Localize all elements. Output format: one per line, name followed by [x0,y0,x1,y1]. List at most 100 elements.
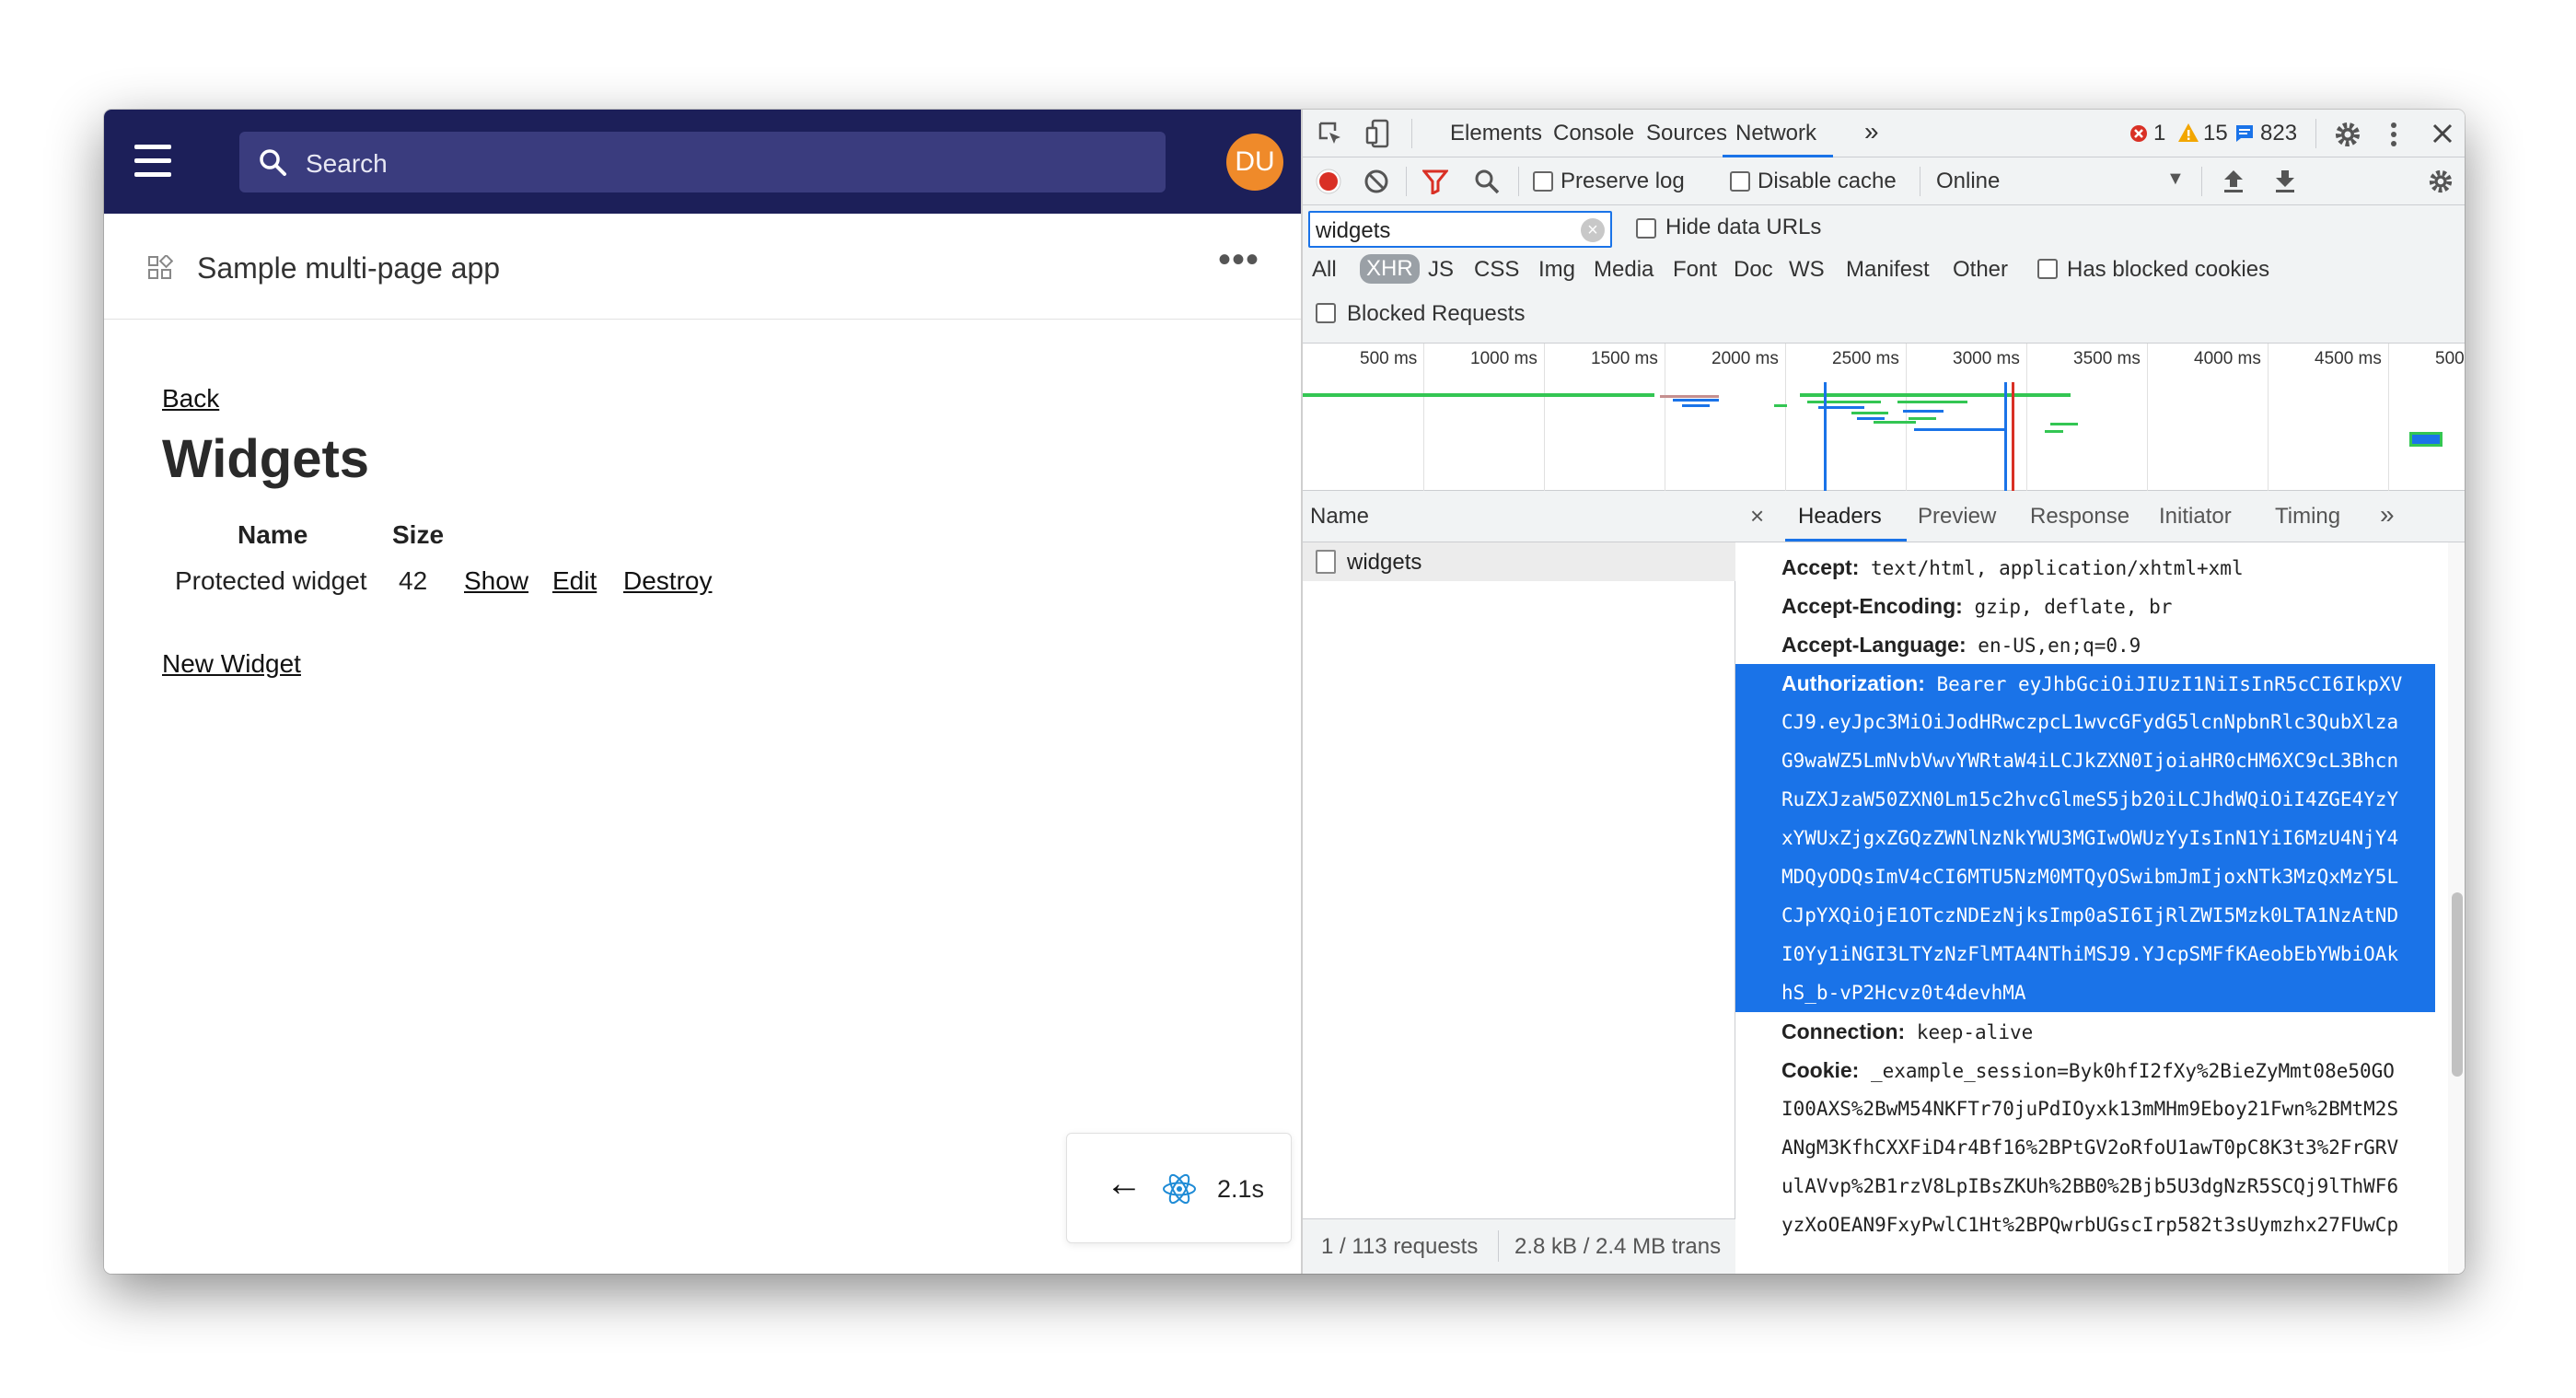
kebab-menu-icon[interactable] [2389,121,2398,148]
tab-console[interactable]: Console [1553,121,1634,146]
upload-icon[interactable] [2222,169,2245,194]
header-value: xYWUxZjgxZGQzZWNlNzNkYWU3MGIwOWUzYyIsInN… [1781,827,2399,849]
filter-type-manifest[interactable]: Manifest [1846,257,1930,283]
divider [1411,119,1412,148]
back-arrow-icon[interactable]: ← [1106,1163,1143,1205]
scrollbar[interactable] [2448,542,2465,1274]
hide-data-urls-checkbox[interactable] [1636,218,1656,239]
tab-preview[interactable]: Preview [1918,504,1996,530]
avatar[interactable]: DU [1226,134,1283,191]
download-icon[interactable] [2273,169,2297,194]
header-key: Accept: [1781,555,1860,579]
blocked-requests-label: Blocked Requests [1347,301,1526,326]
search-input[interactable]: Search [239,132,1166,192]
close-icon[interactable] [2431,122,2454,145]
tab-timing[interactable]: Timing [2275,504,2340,530]
device-toolbar-icon[interactable] [1365,119,1391,148]
request-header-row[interactable]: Authorization: Bearer eyJhbGciOiJIUzI1Ni… [1735,664,2435,1012]
filter-type-font[interactable]: Font [1673,257,1717,283]
show-link[interactable]: Show [464,566,528,596]
header-value: RuZXJzaW50ZXN0Lm15c2hvcGlmeS5jb20iLCJhdW… [1781,788,2399,810]
request-header-row[interactable]: Connection: keep-alive [1735,1012,2435,1051]
filter-type-ws[interactable]: WS [1789,257,1825,283]
more-detail-tabs-button[interactable]: » [2380,500,2395,530]
header-value-line: I0Yy1iNGI3LTYzNzFlMTA4NThiMSJ9.YJcpSMFfK… [1781,935,2435,973]
filter-icon[interactable] [1422,169,1448,194]
preserve-log-checkbox[interactable] [1533,171,1553,192]
header-value-line: Accept: text/html, application/xhtml+xml [1781,548,2435,587]
destroy-link[interactable]: Destroy [623,566,712,596]
new-widget-link[interactable]: New Widget [162,649,301,679]
close-detail-icon[interactable]: × [1750,502,1764,530]
preserve-log-label: Preserve log [1561,169,1685,193]
header-value-line: Connection: keep-alive [1781,1012,2435,1051]
name-column-header[interactable]: Name [1310,504,1369,530]
header-value-line: ANgM3KfhCXXFiD4r4Bf16%2BPtGV2oRfoU1awT0p… [1781,1128,2435,1167]
filter-type-xhr[interactable]: XHR [1360,254,1420,284]
tab-sources[interactable]: Sources [1646,121,1727,146]
tab-elements[interactable]: Elements [1450,121,1542,146]
header-value: MDQyODQsImV4cCI6MTU5NzM0MTQyOSwibmJmIjox… [1781,866,2399,888]
header-value-line: Accept-Encoding: gzip, deflate, br [1781,587,2435,625]
header-value-line: RuZXJzaW50ZXN0Lm15c2hvcGlmeS5jb20iLCJhdW… [1781,780,2435,819]
blocked-requests-checkbox[interactable] [1316,303,1336,323]
header-value-line: Authorization: Bearer eyJhbGciOiJIUzI1Ni… [1781,664,2435,703]
record-icon[interactable] [1316,169,1341,194]
header-value: hS_b-vP2Hcvz0t4devhMA [1781,982,2026,1004]
chevron-down-icon[interactable]: ▼ [2166,169,2185,190]
search-placeholder: Search [306,149,388,178]
header-key: Accept-Language: [1781,633,1967,657]
react-icon[interactable] [1161,1171,1198,1207]
settings-gear-icon[interactable] [2334,121,2361,148]
tab-initiator[interactable]: Initiator [2159,504,2232,530]
header-value: CJpYXQiOjE1OTczNDEzNjksImp0aSI6IjRlZWI5M… [1781,904,2399,926]
throttle-select[interactable]: Online [1936,169,2000,194]
network-settings-icon[interactable] [2428,169,2454,194]
disable-cache-checkbox[interactable] [1730,171,1750,192]
timeline-selection-handle[interactable] [2409,432,2443,447]
app-viewport: Search DU Sample multi-page app ••• Back… [104,110,1301,1274]
header-value-line: MDQyODQsImV4cCI6MTU5NzM0MTQyOSwibmJmIjox… [1781,857,2435,896]
has-blocked-cookies-checkbox[interactable] [2037,259,2058,279]
request-header-row[interactable]: Accept: text/html, application/xhtml+xml [1735,548,2435,587]
request-row[interactable]: widgets [1303,542,1735,581]
tab-response[interactable]: Response [2030,504,2129,530]
network-overview-timeline[interactable]: 500 ms 1000 ms 1500 ms 2000 ms 2500 ms 3… [1303,344,2465,491]
message-count[interactable]: 823 [2260,121,2297,146]
more-tabs-button[interactable]: » [1864,117,1879,146]
request-header-row[interactable]: Cookie: _example_session=Byk0hfI2fXy%2Bi… [1735,1051,2435,1244]
warning-count[interactable]: 15 [2203,121,2228,146]
inspect-element-icon[interactable] [1317,121,1343,146]
header-value-line: Cookie: _example_session=Byk0hfI2fXy%2Bi… [1781,1051,2435,1089]
search-icon[interactable] [1474,169,1500,194]
request-header-row[interactable]: Accept-Encoding: gzip, deflate, br [1735,587,2435,625]
header-value: gzip, deflate, br [1974,596,2173,618]
header-value: Bearer eyJhbGciOiJIUzI1NiIsInR5cCI6IkpXV [1936,673,2403,695]
filter-type-other[interactable]: Other [1953,257,2008,283]
clear-filter-icon[interactable]: × [1581,218,1605,242]
search-icon [260,149,286,176]
edit-link[interactable]: Edit [552,566,597,596]
tab-headers[interactable]: Headers [1798,504,1882,530]
filter-type-all[interactable]: All [1312,257,1337,283]
header-key: Connection: [1781,1019,1906,1043]
back-link[interactable]: Back [162,384,219,414]
filter-type-media[interactable]: Media [1594,257,1654,283]
header-value-line: I00AXS%2BwM54NKFTr70juPdIOyxk13mMHm9Eboy… [1781,1089,2435,1128]
page-header: Sample multi-page app ••• [104,214,1301,320]
column-header-size: Size [392,520,445,549]
filter-type-js[interactable]: JS [1428,257,1454,283]
error-count[interactable]: 1 [2153,121,2165,146]
more-options-button[interactable]: ••• [1218,239,1259,281]
filter-type-css[interactable]: CSS [1474,257,1519,283]
tab-network[interactable]: Network [1735,121,1816,146]
header-value: I0Yy1iNGI3LTYzNzFlMTA4NThiMSJ9.YJcpSMFfK… [1781,943,2399,965]
timeline-tick: 1500 ms [1591,349,1658,368]
scrollbar-thumb[interactable] [2452,892,2463,1077]
clear-icon[interactable] [1363,169,1389,194]
menu-icon[interactable] [134,145,171,178]
filter-input[interactable]: widgets × [1308,211,1612,248]
filter-type-img[interactable]: Img [1538,257,1575,283]
request-header-row[interactable]: Accept-Language: en-US,en;q=0.9 [1735,625,2435,664]
filter-type-doc[interactable]: Doc [1734,257,1773,283]
